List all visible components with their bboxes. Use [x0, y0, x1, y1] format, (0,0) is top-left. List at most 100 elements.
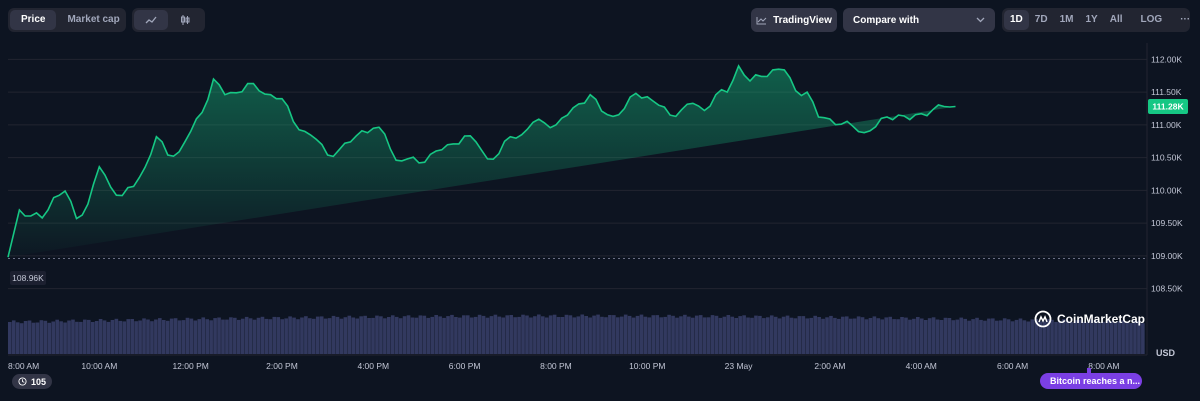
y-tick-label: 109.00K	[1151, 251, 1183, 261]
volume-bar	[560, 317, 565, 354]
x-tick-label: 2:00 AM	[814, 361, 845, 371]
volume-bar	[651, 315, 656, 354]
volume-bar	[1018, 318, 1023, 354]
x-tick-label: 6:00 AM	[997, 361, 1028, 371]
volume-bar	[114, 318, 119, 354]
volume-bar	[766, 317, 770, 354]
x-axis: 8:00 AM 10:00 AM 12:00 PM 2:00 PM 4:00 PM 6:0…	[8, 361, 1119, 371]
history-icon	[18, 377, 27, 386]
volume-bar	[8, 322, 12, 354]
volume-bar	[27, 320, 32, 354]
volume-bar	[181, 320, 186, 354]
x-tick-label: 12:00 PM	[172, 361, 208, 371]
news-pill[interactable]: Bitcoin reaches a n...	[1040, 373, 1142, 389]
volume-bar	[473, 316, 478, 354]
open-price-label: 108.96K	[12, 273, 44, 283]
events-badge[interactable]: 105	[12, 374, 53, 389]
volume-bar	[896, 319, 900, 354]
volume-bar	[256, 317, 261, 354]
volume-bar	[912, 318, 916, 354]
volume-bar	[331, 315, 336, 354]
y-axis: 112.00K 111.50K 111.00K 110.50K 110.00K 109.5…	[1151, 54, 1183, 293]
volume-bar	[402, 316, 407, 354]
volume-bar	[631, 317, 636, 354]
volume-bar	[264, 318, 269, 354]
x-tick-label: 8:00 PM	[540, 361, 572, 371]
volume-bar	[51, 321, 56, 354]
volume-bar	[422, 315, 427, 354]
volume-bar	[758, 315, 762, 354]
volume-bar	[955, 319, 960, 354]
volume-bar	[323, 318, 328, 354]
volume-bar	[714, 315, 719, 354]
y-tick-label: 110.50K	[1151, 153, 1182, 163]
volume-bar	[390, 315, 395, 354]
volume-bar	[248, 318, 253, 354]
volume-bar	[671, 315, 675, 354]
volume-bar	[122, 321, 127, 354]
volume-bar	[1010, 321, 1015, 354]
volume-bar	[501, 317, 506, 354]
x-tick-label: 23 May	[725, 361, 754, 371]
volume-bar	[47, 322, 52, 354]
volume-bar	[418, 315, 423, 354]
volume-bar	[106, 321, 111, 354]
volume-bar	[975, 317, 979, 354]
x-tick-label: 8:00 AM	[1088, 361, 1119, 371]
volume-bar	[817, 317, 821, 354]
volume-bar	[319, 316, 324, 354]
volume-bar	[683, 314, 687, 354]
volume-bar	[908, 319, 912, 354]
volume-bar	[880, 319, 885, 354]
volume-bar	[438, 316, 442, 354]
volume-bar	[371, 317, 375, 354]
volume-bar	[146, 319, 150, 354]
volume-bar	[134, 321, 138, 354]
volume-bar	[698, 315, 703, 354]
volume-bar	[971, 319, 975, 354]
volume-bar	[805, 318, 810, 354]
volume-bar	[994, 320, 999, 354]
volume-bar	[454, 317, 458, 354]
volume-bar	[951, 320, 956, 354]
volume-bars	[8, 314, 1145, 354]
volume-bar	[19, 323, 24, 354]
volume-bar	[967, 320, 971, 354]
volume-bar	[268, 319, 273, 354]
volume-bar	[537, 314, 541, 354]
volume-bar	[592, 315, 596, 354]
volume-bar	[809, 317, 814, 354]
volume-bar	[762, 318, 766, 354]
volume-bar	[485, 317, 490, 354]
volume-bar	[193, 320, 198, 354]
volume-bar	[742, 315, 746, 354]
brand-label: CoinMarketCap	[1057, 312, 1146, 326]
volume-bar	[829, 315, 833, 354]
volume-bar	[635, 315, 640, 354]
current-price-label: 111.28K	[1152, 102, 1184, 112]
volume-bar	[718, 317, 723, 354]
volume-bar	[71, 319, 75, 354]
volume-bar	[142, 318, 146, 354]
volume-bar	[979, 319, 983, 354]
volume-bar	[11, 320, 16, 354]
volume-bar	[347, 315, 352, 354]
volume-bar	[260, 316, 265, 354]
volume-bar	[702, 317, 707, 354]
volume-bar	[252, 319, 257, 354]
volume-bar	[161, 320, 166, 354]
volume-bar	[67, 320, 71, 354]
volume-bar	[118, 320, 123, 354]
volume-bar	[110, 320, 115, 354]
volume-bar	[694, 315, 699, 354]
volume-bar	[919, 318, 924, 354]
volume-bar	[1002, 318, 1007, 354]
volume-bar	[394, 316, 399, 354]
price-chart[interactable]: 112.00K 111.50K 111.00K 110.50K 110.00K 109.5…	[0, 0, 1200, 401]
volume-bar	[868, 318, 873, 354]
volume-bar	[23, 321, 28, 354]
volume-bar	[351, 317, 356, 354]
volume-bar	[98, 319, 103, 354]
volume-bar	[343, 317, 348, 354]
volume-bar	[615, 317, 620, 354]
